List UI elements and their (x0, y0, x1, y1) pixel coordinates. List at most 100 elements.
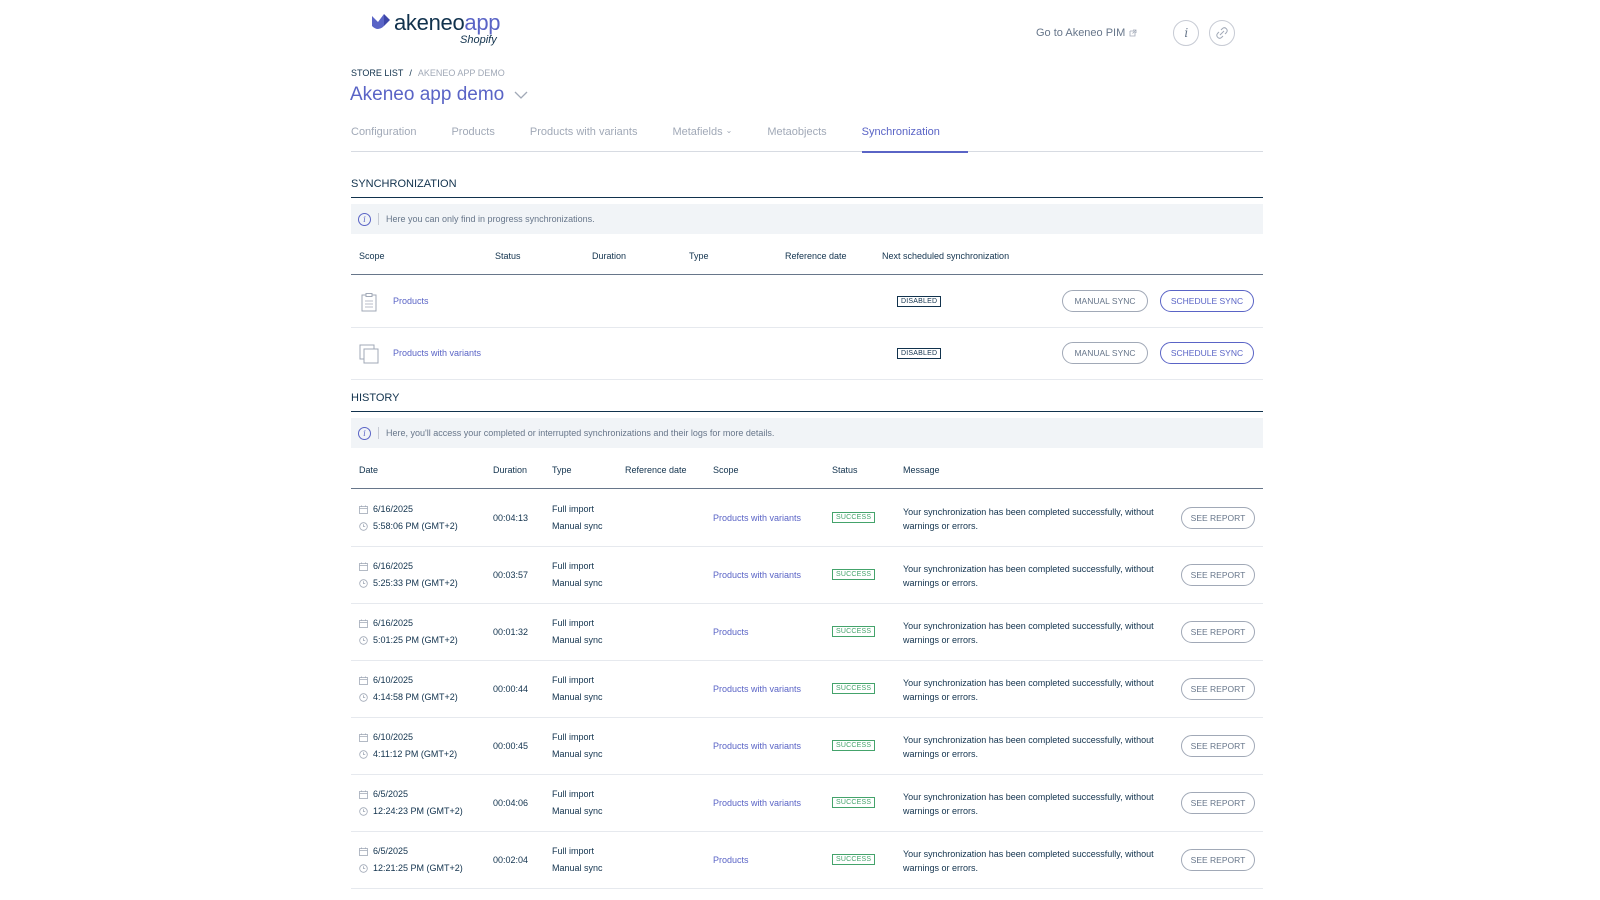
sync-row-products: Products DISABLED MANUAL SYNC SCHEDULE S… (351, 276, 1263, 328)
clipboard-icon (361, 293, 377, 312)
clock-icon (359, 863, 368, 873)
scope-link-products-with-variants[interactable]: Products with variants (393, 348, 481, 358)
history-info-text: Here, you'll access your completed or in… (386, 428, 775, 438)
tab-products[interactable]: Products (451, 126, 494, 152)
brand-logo[interactable]: akeneoapp Shopify (370, 12, 501, 46)
status-badge: SUCCESS (832, 740, 876, 751)
status-badge: SUCCESS (832, 626, 876, 637)
schedule-sync-button[interactable]: SCHEDULE SYNC (1160, 342, 1254, 364)
schedule-sync-button[interactable]: SCHEDULE SYNC (1160, 290, 1254, 312)
stacked-squares-icon (359, 344, 379, 364)
time-text: 12:24:23 PM (GMT+2) (373, 806, 463, 816)
tab-metafields[interactable]: Metafields ⌄ (672, 126, 732, 152)
col-reference-date: Reference date (625, 465, 687, 475)
history-table-header: Date Duration Type Reference date Scope … (351, 461, 1263, 489)
message-text: Your synchronization has been completed … (903, 621, 1154, 645)
date-cell: 6/16/2025 (359, 504, 413, 514)
history-row: 6/16/2025 5:25:33 PM (GMT+2) 00:03:57 Full … (351, 547, 1263, 604)
tab-metaobjects[interactable]: Metaobjects (767, 126, 826, 152)
time-text: 5:58:06 PM (GMT+2) (373, 521, 458, 531)
clock-icon (359, 521, 368, 531)
mode-text: Manual sync (552, 692, 603, 702)
manual-sync-button[interactable]: MANUAL SYNC (1062, 290, 1148, 312)
clock-icon (359, 749, 368, 759)
time-cell: 5:58:06 PM (GMT+2) (359, 521, 458, 531)
scope-link[interactable]: Products with variants (713, 741, 801, 751)
scope-link[interactable]: Products with variants (713, 684, 801, 694)
time-text: 4:11:12 PM (GMT+2) (373, 749, 458, 759)
type-text: Full import (552, 618, 595, 628)
see-report-button[interactable]: SEE REPORT (1181, 507, 1255, 529)
header-actions: Go to Akeneo PIM i (1036, 20, 1236, 46)
chevron-down-icon: ⌄ (725, 126, 733, 135)
clock-icon (359, 806, 368, 816)
sync-row-products-with-variants: Products with variants DISABLED MANUAL S… (351, 328, 1263, 380)
mode-text: Manual sync (552, 635, 603, 645)
message-text: Your synchronization has been completed … (903, 792, 1154, 816)
manual-sync-button[interactable]: MANUAL SYNC (1062, 342, 1148, 364)
divider (378, 213, 379, 225)
divider (378, 427, 379, 439)
type-text: Full import (552, 504, 595, 514)
mode-text: Manual sync (552, 578, 603, 588)
tab-synchronization[interactable]: Synchronization (861, 126, 969, 153)
see-report-button[interactable]: SEE REPORT (1181, 621, 1255, 643)
see-report-button[interactable]: SEE REPORT (1181, 678, 1255, 700)
store-selector[interactable]: Akeneo app demo (350, 84, 528, 106)
message-text: Your synchronization has been completed … (903, 507, 1154, 531)
info-button[interactable]: i (1173, 20, 1200, 46)
calendar-icon (359, 676, 368, 685)
breadcrumb-separator: / (409, 68, 412, 78)
calendar-icon (359, 505, 368, 514)
time-cell: 12:24:23 PM (GMT+2) (359, 806, 463, 816)
message-text: Your synchronization has been completed … (903, 735, 1154, 759)
message-text: Your synchronization has been completed … (903, 678, 1154, 702)
history-info-bar: i Here, you'll access your completed or … (351, 418, 1263, 448)
page-title: Akeneo app demo (350, 84, 505, 105)
scope-link[interactable]: Products with variants (713, 513, 801, 523)
col-reference-date: Reference date (785, 251, 847, 261)
clock-icon (359, 635, 368, 645)
time-text: 4:14:58 PM (GMT+2) (373, 692, 458, 702)
tab-products-with-variants[interactable]: Products with variants (530, 126, 638, 152)
sync-table-header: Scope Status Duration Type Reference dat… (351, 247, 1263, 275)
mode-text: Manual sync (552, 806, 603, 816)
goto-pim-link[interactable]: Go to Akeneo PIM (1036, 27, 1137, 39)
col-date: Date (359, 465, 379, 475)
scope-link[interactable]: Products (713, 855, 749, 865)
tab-configuration[interactable]: Configuration (351, 126, 416, 152)
duration-text: 00:01:32 (493, 627, 529, 637)
breadcrumb-store-list[interactable]: STORE LIST (351, 68, 403, 78)
mode-text: Manual sync (552, 863, 603, 873)
type-text: Full import (552, 675, 595, 685)
tab-bar: Configuration Products Products with var… (351, 126, 1263, 153)
link-button[interactable] (1209, 20, 1236, 46)
scope-link-products[interactable]: Products (393, 296, 429, 306)
breadcrumb-current: AKENEO APP DEMO (417, 68, 505, 78)
status-badge: SUCCESS (832, 797, 876, 808)
scope-link[interactable]: Products with variants (713, 570, 801, 580)
see-report-button[interactable]: SEE REPORT (1181, 735, 1255, 757)
duration-text: 00:00:44 (493, 684, 529, 694)
info-icon: i (1184, 26, 1189, 40)
col-scope: Scope (359, 251, 385, 261)
see-report-button[interactable]: SEE REPORT (1181, 792, 1255, 814)
see-report-button[interactable]: SEE REPORT (1181, 564, 1255, 586)
date-cell: 6/16/2025 (359, 561, 413, 571)
history-row: 6/10/2025 4:11:12 PM (GMT+2) 00:00:45 Full … (351, 718, 1263, 775)
col-status: Status (832, 465, 858, 475)
info-icon: i (358, 212, 371, 226)
see-report-button[interactable]: SEE REPORT (1181, 849, 1255, 871)
date-cell: 6/5/2025 (359, 789, 408, 799)
scope-link[interactable]: Products (713, 627, 749, 637)
type-text: Full import (552, 732, 595, 742)
date-cell: 6/5/2025 (359, 846, 408, 856)
scope-link[interactable]: Products with variants (713, 798, 801, 808)
goto-pim-label: Go to Akeneo PIM (1036, 27, 1126, 39)
status-badge: DISABLED (897, 296, 942, 307)
col-scope: Scope (713, 465, 739, 475)
date-text: 6/16/2025 (373, 504, 414, 514)
app-page: akeneoapp Shopify Go to Akeneo PIM i STO… (0, 0, 1600, 900)
duration-text: 00:04:06 (493, 798, 529, 808)
time-cell: 4:14:58 PM (GMT+2) (359, 692, 458, 702)
